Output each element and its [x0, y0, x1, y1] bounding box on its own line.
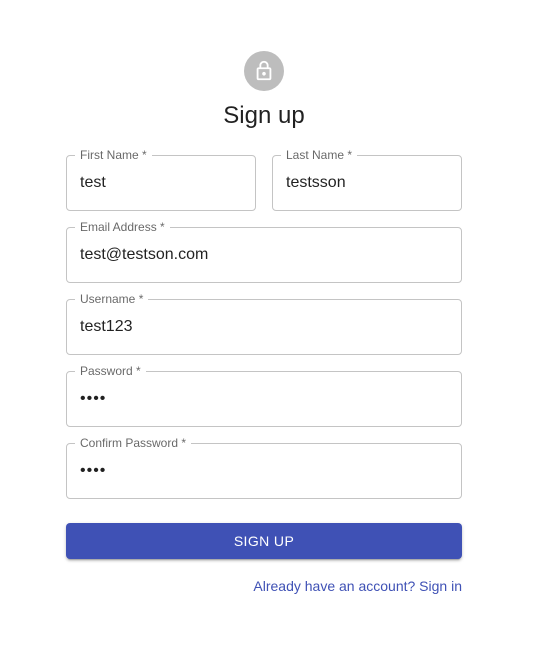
avatar [244, 51, 284, 91]
first-name-field[interactable]: First Name * test [66, 147, 256, 211]
page-title: Sign up [223, 102, 305, 129]
last-name-field[interactable]: Last Name * testsson [272, 147, 462, 211]
username-field[interactable]: Username * test123 [66, 291, 462, 355]
first-name-input[interactable]: test [80, 155, 242, 211]
password-field[interactable]: Password * •••• [66, 363, 462, 427]
sign-up-button[interactable]: SIGN UP [66, 523, 462, 559]
last-name-input[interactable]: testsson [286, 155, 448, 211]
email-input[interactable]: test@testson.com [80, 227, 448, 283]
email-field[interactable]: Email Address * test@testson.com [66, 219, 462, 283]
confirm-password-input[interactable]: •••• [80, 443, 448, 499]
lock-icon [253, 60, 275, 82]
username-input[interactable]: test123 [80, 299, 448, 355]
password-input[interactable]: •••• [80, 371, 448, 427]
signup-page: Sign up First Name * test Last Name * te… [0, 0, 536, 654]
confirm-password-field[interactable]: Confirm Password * •••• [66, 435, 462, 499]
sign-in-link[interactable]: Already have an account? Sign in [253, 576, 462, 596]
